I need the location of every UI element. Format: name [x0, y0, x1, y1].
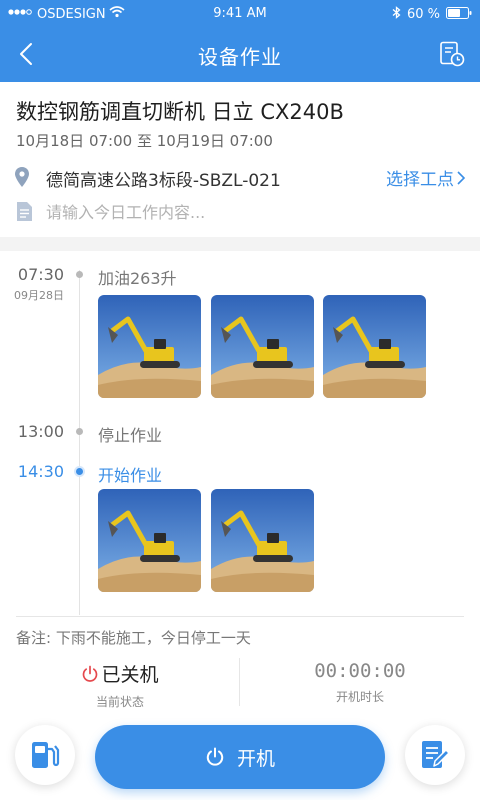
nav-bar: 设备作业: [0, 28, 480, 82]
timeline-time: 07:30: [17, 265, 64, 284]
select-site-label: 选择工点: [386, 170, 454, 190]
photo-thumbnail[interactable]: [98, 295, 201, 398]
device-name: 数控钢筋调直切断机 日立 CX240B: [16, 100, 344, 124]
timeline-line: [79, 270, 80, 615]
timeline-event: 停止作业: [98, 426, 163, 445]
section-divider: [0, 237, 480, 251]
remark-text: 备注: 下雨不能施工，今日停工一天: [16, 629, 251, 647]
location-pin-icon: [14, 166, 30, 192]
location-row: 德简高速公路3标段-SBZL-021 选择工点: [14, 162, 466, 192]
page-title: 设备作业: [198, 45, 282, 69]
app-header: OSDESIGN 9:41 AM 60 % 设备作业: [0, 0, 480, 82]
timeline-dot-active: [76, 468, 83, 475]
status-bar: OSDESIGN 9:41 AM 60 %: [0, 0, 480, 28]
runtime-label: 开机时长: [335, 690, 384, 704]
status-right: 60 %: [392, 6, 472, 23]
fuel-pump-icon: [32, 742, 60, 768]
fuel-button[interactable]: [15, 725, 75, 785]
timeline-time: 14:30: [17, 462, 64, 481]
photo-thumbnail[interactable]: [211, 295, 314, 398]
work-content-row: [14, 198, 466, 226]
runtime-value: 00:00:00: [314, 660, 406, 682]
divider: [16, 616, 464, 617]
power-icon: [206, 747, 224, 766]
power-on-label: 开机: [236, 747, 275, 770]
status-value-row: 已关机: [0, 660, 240, 687]
schedule-doc-icon: [440, 41, 465, 67]
battery-percent: 60 %: [406, 7, 440, 22]
timeline-time: 13:00: [17, 422, 64, 441]
power-on-button[interactable]: 开机: [95, 725, 385, 789]
timeline-dot: [76, 271, 83, 278]
battery-icon: [446, 6, 472, 23]
timeline-event: 加油263升: [98, 269, 177, 288]
bluetooth-icon: [392, 6, 401, 23]
timeline-dot: [76, 428, 83, 435]
document-icon: [16, 201, 33, 226]
date-range: 10月18日 07:00 至 10月19日 07:00: [16, 132, 273, 150]
photo-thumbnail[interactable]: [211, 489, 314, 592]
photo-thumbnail[interactable]: [98, 489, 201, 592]
edit-document-icon: [422, 741, 450, 768]
status-label: 当前状态: [95, 695, 144, 709]
runtime: 00:00:00 开机时长: [240, 660, 480, 705]
photo-thumbnail[interactable]: [323, 295, 426, 398]
power-icon: [83, 665, 98, 682]
location-text: 德简高速公路3标段-SBZL-021: [46, 171, 281, 191]
work-content-input[interactable]: [46, 198, 466, 226]
chevron-right-icon: [457, 170, 466, 185]
select-site-link[interactable]: 选择工点: [386, 165, 466, 190]
edit-log-button[interactable]: [405, 725, 465, 785]
timeline-date: 09月28日: [14, 289, 64, 302]
timeline-event: 开始作业: [98, 466, 163, 485]
status-value: 已关机: [101, 664, 159, 686]
current-status: 已关机 当前状态: [0, 660, 240, 710]
history-button[interactable]: [434, 36, 470, 72]
